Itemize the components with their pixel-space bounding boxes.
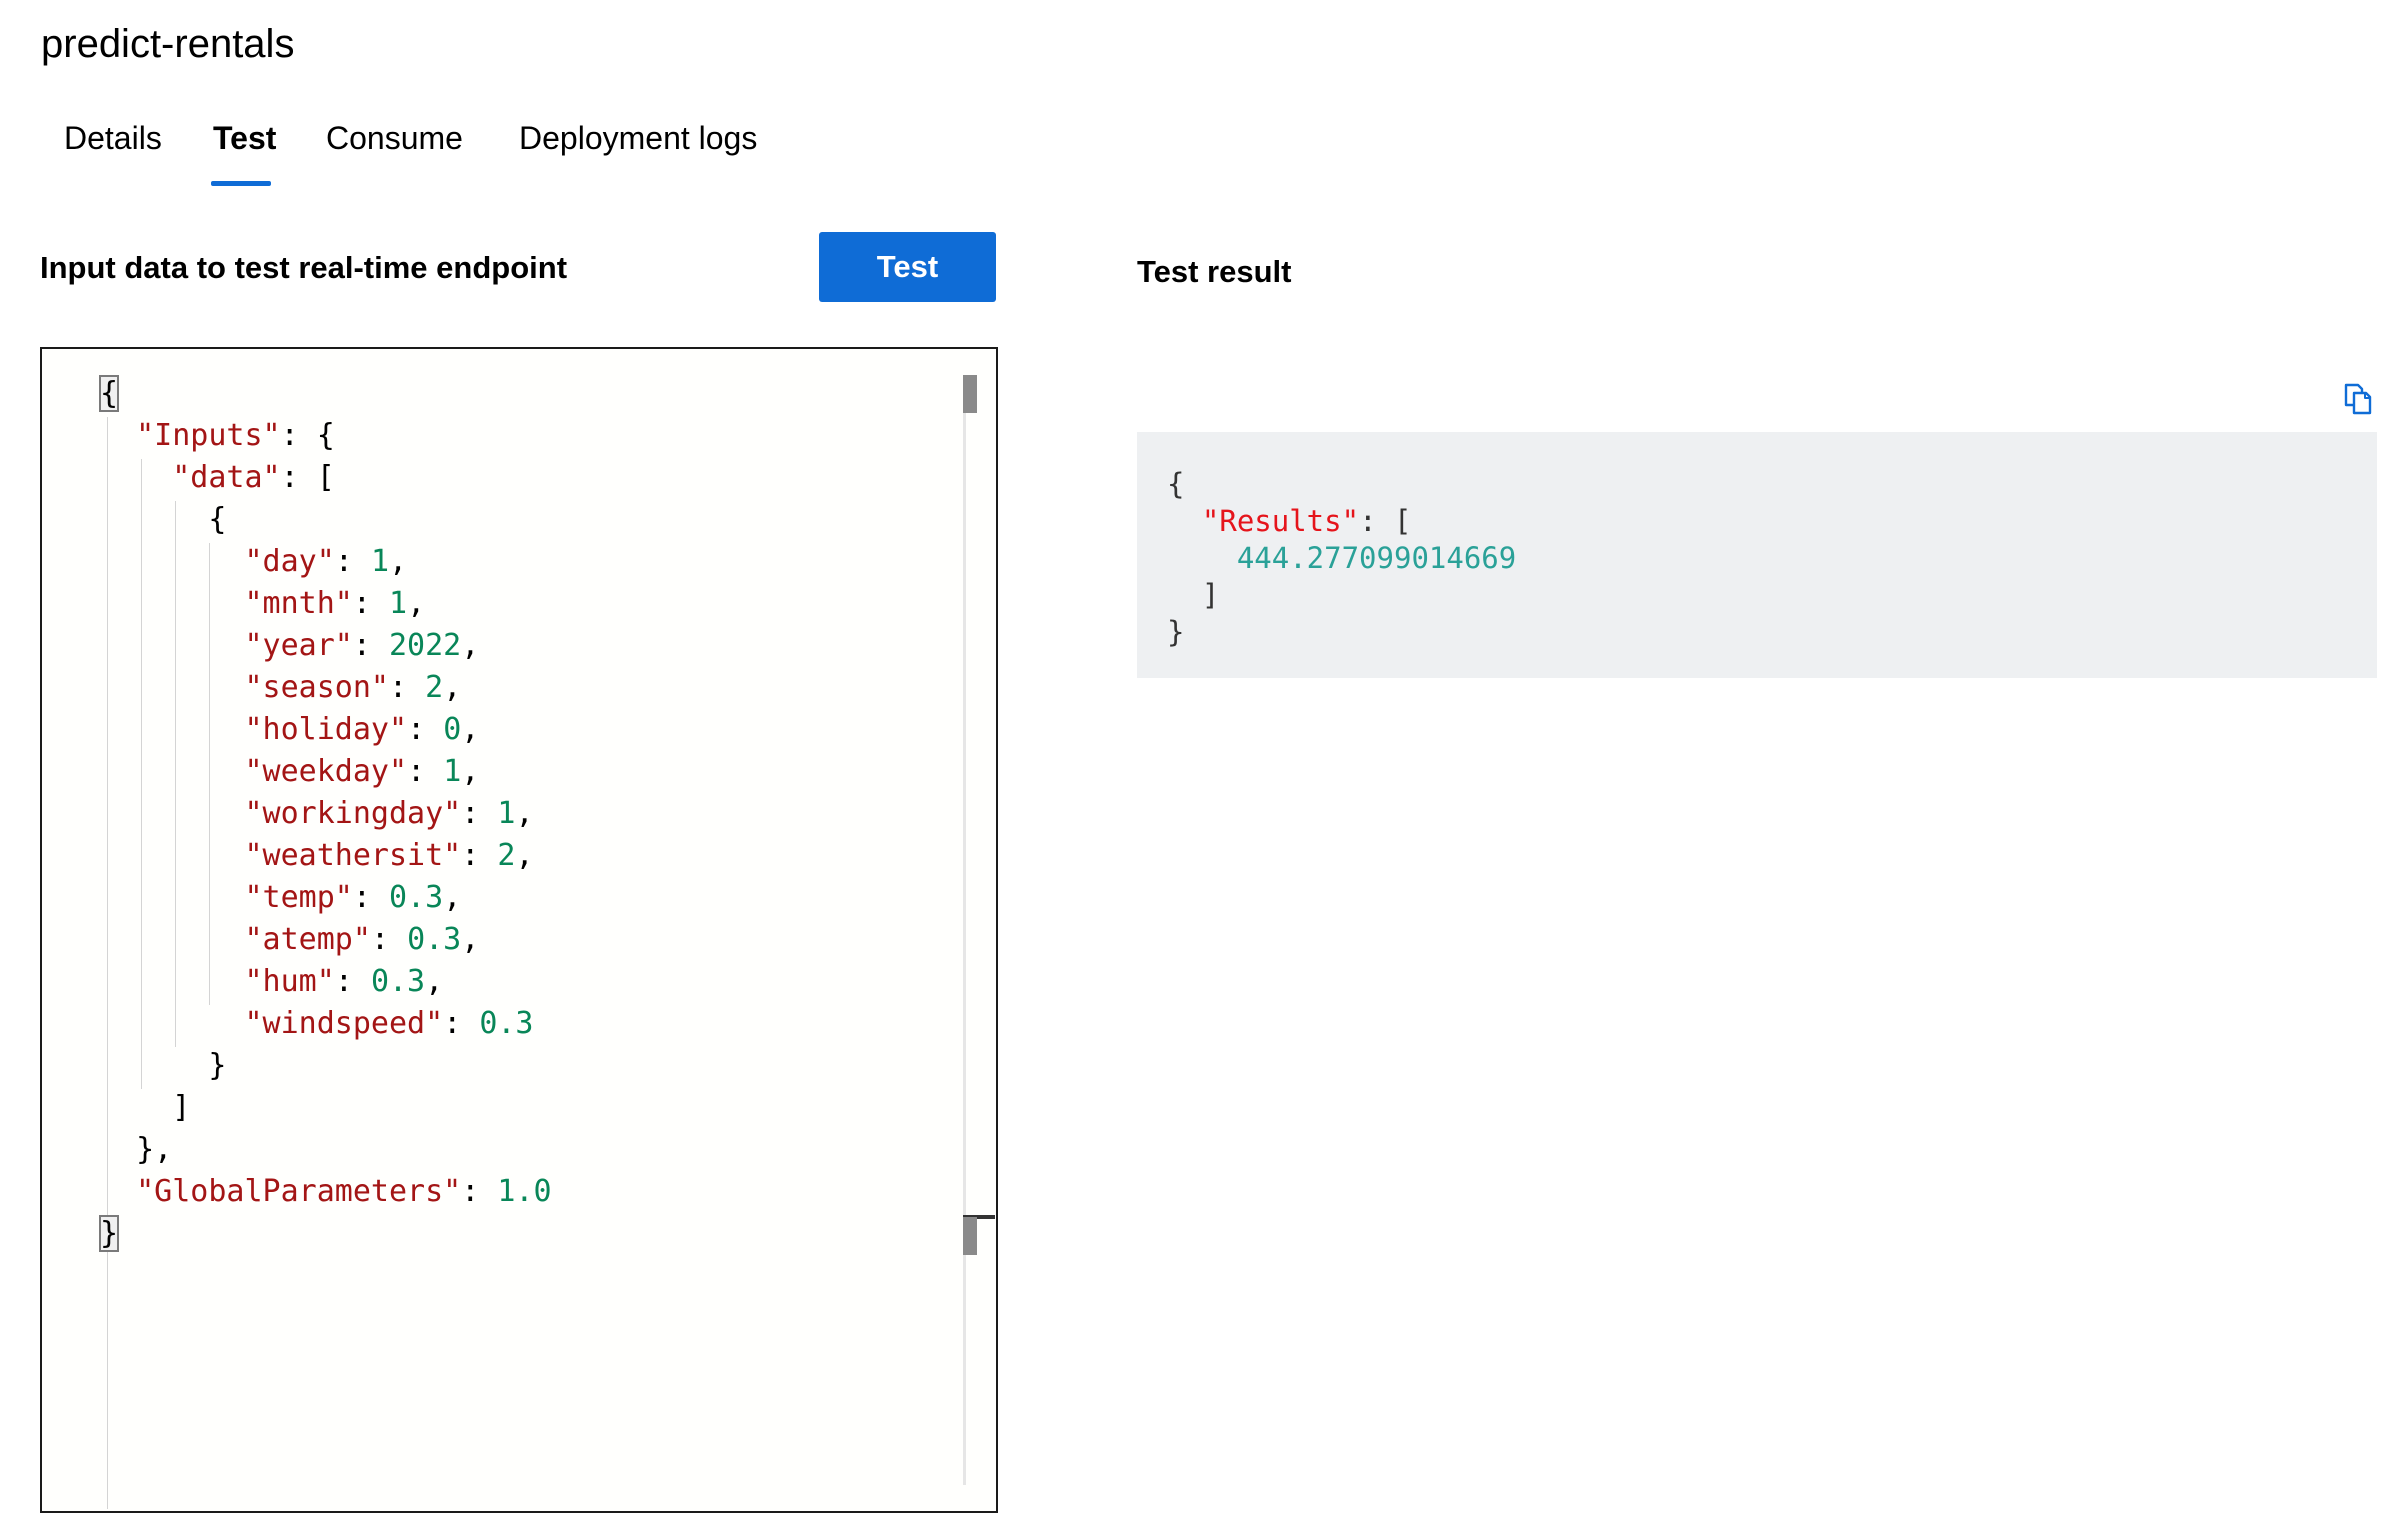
page-title: predict-rentals bbox=[41, 22, 295, 66]
json-value: 0 bbox=[443, 712, 462, 747]
json-close-brace: } bbox=[98, 1215, 120, 1252]
scrollbar-highlight-marker bbox=[963, 1217, 977, 1255]
json-key: "mnth" bbox=[244, 586, 353, 621]
json-key: "temp" bbox=[244, 880, 353, 915]
json-value: 1 bbox=[497, 796, 516, 831]
editor-scrollbar[interactable] bbox=[963, 375, 966, 1485]
json-key: "holiday" bbox=[244, 712, 408, 747]
json-value: 444.277099014669 bbox=[1236, 541, 1517, 575]
json-key: "windspeed" bbox=[244, 1006, 444, 1041]
result-section-heading: Test result bbox=[1137, 254, 1292, 289]
tab-details[interactable]: Details bbox=[64, 108, 162, 168]
scrollbar-thumb[interactable] bbox=[963, 375, 977, 413]
tab-consume[interactable]: Consume bbox=[326, 108, 463, 168]
json-value: 1.0 bbox=[497, 1174, 552, 1209]
input-section-heading: Input data to test real-time endpoint bbox=[40, 250, 568, 285]
json-close-brace: } bbox=[1167, 615, 1185, 649]
json-value: 1 bbox=[443, 754, 462, 789]
copy-icon[interactable] bbox=[2343, 382, 2373, 416]
json-key: "weekday" bbox=[244, 754, 408, 789]
json-value: 0.3 bbox=[389, 880, 444, 915]
active-tab-indicator bbox=[211, 181, 271, 186]
json-value: 0.3 bbox=[479, 1006, 534, 1041]
test-button[interactable]: Test bbox=[819, 232, 996, 302]
json-result-code: { "Results": [ 444.277099014669 ]} bbox=[1167, 467, 1517, 649]
json-value: 0.3 bbox=[370, 964, 426, 999]
json-value: 2 bbox=[425, 670, 444, 705]
json-key: "workingday" bbox=[244, 796, 462, 831]
json-value: 2 bbox=[497, 838, 516, 873]
json-value: 1 bbox=[389, 586, 408, 621]
json-value: 2022 bbox=[389, 628, 462, 663]
tab-deployment-logs[interactable]: Deployment logs bbox=[519, 108, 757, 168]
test-result-panel: { "Results": [ 444.277099014669 ]} bbox=[1137, 432, 2377, 678]
json-key: "data" bbox=[172, 460, 281, 495]
json-input-code[interactable]: { "Inputs": { "data": [ { "day": 1, "mnt… bbox=[98, 373, 552, 1255]
json-key: "Results" bbox=[1201, 504, 1360, 538]
json-key: "day" bbox=[244, 544, 335, 579]
tab-test[interactable]: Test bbox=[213, 108, 276, 168]
json-key: "season" bbox=[244, 670, 390, 705]
json-key: "year" bbox=[244, 628, 353, 663]
json-key: "Inputs" bbox=[136, 418, 281, 453]
endpoint-test-page: predict-rentals Details Test Consume Dep… bbox=[0, 0, 2382, 1524]
json-open-brace: { bbox=[1167, 467, 1185, 501]
json-key: "hum" bbox=[244, 964, 335, 999]
json-input-editor[interactable]: { "Inputs": { "data": [ { "day": 1, "mnt… bbox=[40, 347, 998, 1513]
json-open-brace: { bbox=[98, 375, 120, 412]
json-key: "atemp" bbox=[244, 922, 371, 957]
json-key: "GlobalParameters" bbox=[136, 1174, 462, 1209]
json-value: 0.3 bbox=[407, 922, 462, 957]
json-value: 1 bbox=[370, 544, 389, 579]
json-key: "weathersit" bbox=[244, 838, 462, 873]
